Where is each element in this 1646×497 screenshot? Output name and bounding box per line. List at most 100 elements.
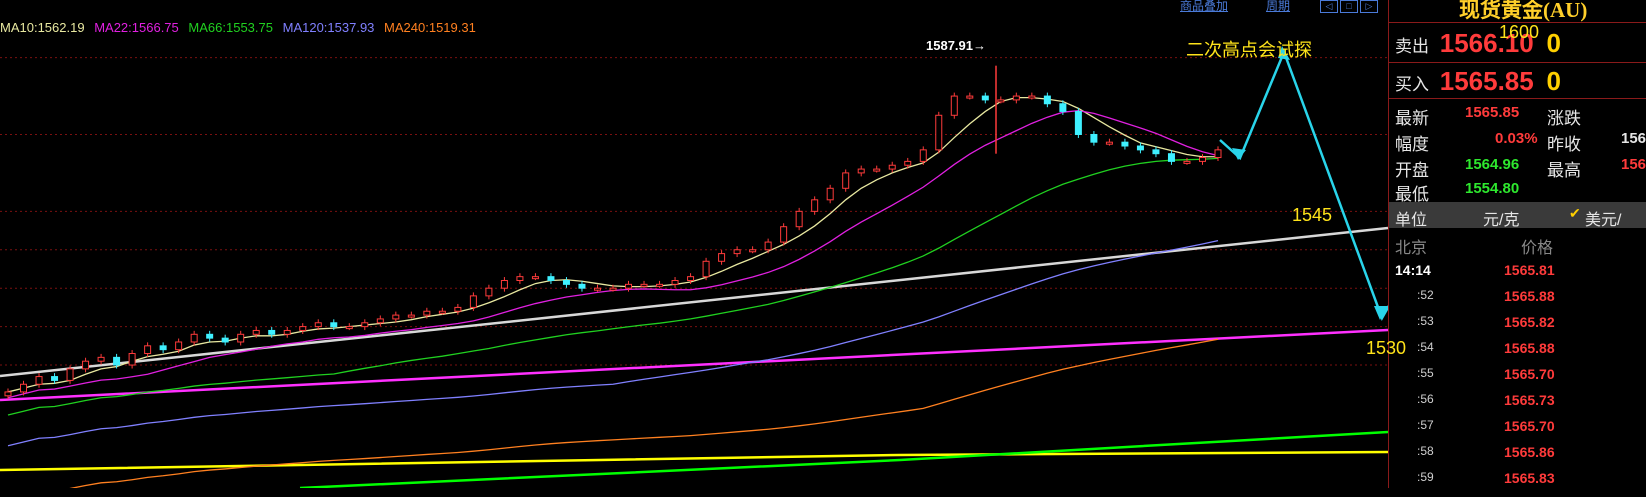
candle-body — [113, 356, 121, 366]
candle-body — [656, 283, 664, 287]
tick-price: 1565.88 — [1504, 288, 1555, 304]
tick-price: 1565.81 — [1504, 262, 1555, 278]
unit-value: 元/克 — [1483, 212, 1520, 229]
candle-body — [345, 326, 353, 330]
amp-value: 0.03% — [1495, 130, 1538, 147]
candle-body — [206, 333, 214, 339]
projection-path — [1219, 48, 1388, 321]
unit-bar: 单位 元/克 ✔ 美元/ — [1389, 202, 1646, 230]
candle-body — [547, 276, 555, 282]
candle-body — [454, 306, 462, 312]
candle-body — [221, 337, 229, 343]
candle-body — [283, 329, 291, 335]
tick-time: :55 — [1417, 366, 1434, 380]
amp-label: 幅度 — [1395, 135, 1429, 154]
candle-body — [330, 322, 338, 328]
candle-body — [826, 187, 834, 201]
candle-body — [1121, 141, 1129, 147]
tick-price: 1565.70 — [1504, 418, 1555, 434]
candle-body — [20, 383, 28, 393]
candle-body — [268, 329, 276, 335]
trendline-white — [0, 226, 1388, 378]
candle-body — [671, 280, 679, 285]
tick-row: :52 1565.88 — [1389, 288, 1646, 315]
candle-body — [237, 333, 245, 343]
next-icon[interactable]: ▷ — [1360, 0, 1378, 13]
candle-body — [407, 314, 415, 318]
candle-body — [376, 318, 384, 324]
alt-unit[interactable]: 美元/ — [1585, 206, 1621, 230]
tick-time: :58 — [1417, 444, 1434, 458]
candle-body — [1090, 133, 1098, 143]
candle-body — [842, 172, 850, 189]
tick-price: 1565.88 — [1504, 340, 1555, 356]
candle-body — [904, 160, 912, 166]
candle-body — [997, 99, 1005, 103]
candle-body — [578, 283, 586, 289]
candle-body — [97, 356, 105, 362]
latest-value: 1565.85 — [1465, 104, 1520, 121]
check-icon[interactable]: ✔ — [1569, 205, 1581, 222]
candle-body — [469, 295, 477, 308]
candle-body — [702, 260, 710, 278]
candle-body — [625, 283, 633, 289]
low-value: 1554.80 — [1465, 180, 1520, 197]
buy-qty: 0 — [1546, 66, 1561, 96]
tick-row: :59 1565.83 — [1389, 470, 1646, 497]
buy-value: 1565.85 — [1439, 66, 1534, 96]
tick-price: 1565.86 — [1504, 444, 1555, 460]
period-button[interactable]: 周期 — [1266, 0, 1290, 14]
candle-body — [35, 376, 43, 385]
candle-body — [1214, 149, 1222, 159]
prev-value: 156 — [1621, 130, 1646, 147]
prev-icon[interactable]: ◁ — [1320, 0, 1338, 13]
candle-body — [749, 249, 757, 253]
peak-label: 1587.91→ — [926, 38, 986, 53]
ma22-label: MA22:1566.75 — [94, 20, 179, 35]
tick-row: :53 1565.82 — [1389, 314, 1646, 341]
candle-body — [966, 95, 974, 99]
candle-body — [780, 226, 788, 243]
tick-time: 14:14 — [1395, 262, 1431, 278]
candle-body — [438, 310, 446, 314]
label-1600: 1600 — [1499, 22, 1540, 42]
tick-row: :58 1565.86 — [1389, 444, 1646, 471]
candle-body — [190, 333, 198, 343]
tick-time-header: 北京 — [1395, 240, 1428, 257]
candle-body — [1059, 103, 1067, 112]
candle-body — [733, 249, 741, 255]
candle-body — [795, 210, 803, 228]
tick-row: :54 1565.88 — [1389, 340, 1646, 367]
candle-body — [764, 241, 772, 251]
candle-body — [919, 149, 927, 162]
candle-body — [718, 253, 726, 262]
label-1530: 1530 — [1366, 338, 1407, 358]
overlay-button[interactable]: 商品叠加 — [1180, 0, 1228, 14]
candle-body — [1198, 157, 1206, 162]
tick-header: 北京 价格 — [1395, 234, 1645, 258]
candle-body — [1028, 95, 1036, 99]
zoom-icon[interactable]: □ — [1340, 0, 1358, 13]
open-label: 开盘 — [1395, 161, 1429, 180]
candle-body — [981, 95, 989, 101]
ma-legend: MA10:1562.19 MA22:1566.75 MA66:1553.75 M… — [0, 20, 482, 35]
candle-body — [314, 322, 322, 328]
candle-body — [1012, 95, 1020, 101]
candle-body — [51, 376, 59, 381]
candlestick-chart: 1587.91→ — [0, 38, 1388, 488]
candle-body — [4, 391, 12, 397]
label-1545: 1545 — [1292, 205, 1333, 225]
candle-body — [361, 322, 369, 328]
candle-body — [82, 360, 90, 370]
panel-title: 现货黄金(AU) — [1459, 0, 1588, 22]
unit-label: 单位 — [1395, 212, 1428, 229]
sell-label: 卖出 — [1395, 37, 1429, 56]
annotation-text: 二次高点会试探 — [1186, 40, 1312, 60]
candle-body — [531, 276, 539, 280]
open-row: 开盘 1564.96 最高 156 — [1395, 156, 1646, 181]
prev-label: 昨收 — [1547, 135, 1581, 154]
candle-body — [1105, 141, 1113, 145]
latest-row: 最新 1565.85 涨跌 — [1395, 104, 1645, 129]
candle-body — [500, 280, 508, 289]
candle-body — [1074, 110, 1082, 135]
